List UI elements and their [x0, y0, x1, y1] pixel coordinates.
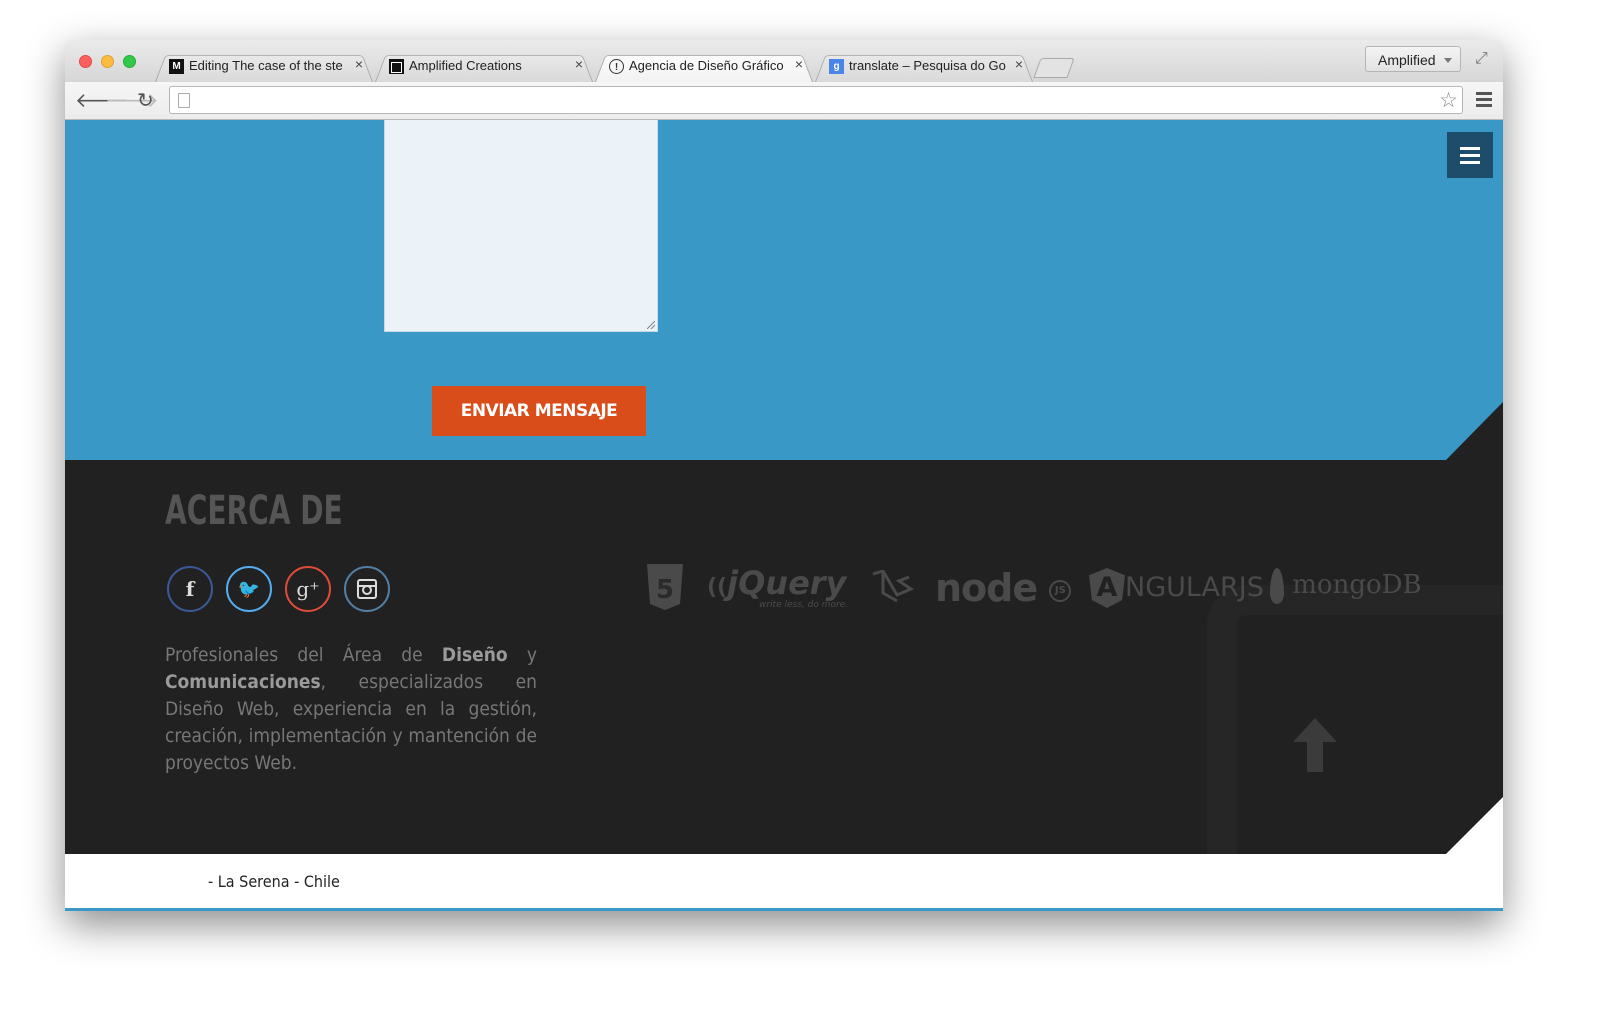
footer-location: - La Serena - Chile	[208, 872, 340, 891]
close-tab-icon[interactable]: ×	[795, 56, 803, 72]
about-title: ACERCA DE	[165, 488, 343, 534]
chat-bubble-icon: !	[609, 59, 624, 74]
section-corner-decoration	[1446, 797, 1503, 854]
profile-label: Amplified	[1378, 52, 1436, 68]
fullscreen-icon[interactable]: ⤢	[1475, 50, 1488, 68]
tab-strip: M Editing The case of the ste × Amplifie…	[65, 40, 1503, 82]
square-favicon-icon	[389, 59, 404, 74]
contact-section: ENVIAR MENSAJE	[65, 120, 1503, 460]
page-icon	[178, 93, 190, 108]
jquery-swirl-icon: ((	[707, 575, 728, 600]
tab-title: Agencia de Diseño Gráfico	[629, 58, 784, 73]
instagram-icon[interactable]	[344, 566, 390, 612]
new-tab-button[interactable]	[1033, 58, 1075, 78]
bookmark-star-icon[interactable]: ☆	[1439, 88, 1458, 113]
browser-window: M Editing The case of the ste × Amplifie…	[65, 40, 1503, 911]
section-corner-decoration	[1446, 402, 1503, 460]
chevron-down-icon	[1444, 58, 1452, 63]
send-message-button[interactable]: ENVIAR MENSAJE	[432, 386, 646, 436]
web-page: ENVIAR MENSAJE ACERCA DE f 🐦 g⁺ Profesio…	[65, 120, 1503, 911]
reload-icon[interactable]: ↻	[137, 88, 154, 113]
tab-title: Editing The case of the ste	[189, 58, 343, 73]
leaf-icon	[1270, 568, 1284, 604]
message-textarea[interactable]	[384, 120, 658, 332]
mongodb-logo: mongoDB	[1270, 568, 1422, 604]
tab-amplified-creations[interactable]: Amplified Creations ×	[375, 52, 593, 82]
facebook-icon[interactable]: f	[167, 566, 213, 612]
tab-title: Amplified Creations	[409, 58, 522, 73]
medium-icon: M	[169, 59, 184, 74]
about-section: ACERCA DE f 🐦 g⁺ Profesionales del Área …	[65, 460, 1503, 905]
close-tab-icon[interactable]: ×	[575, 56, 583, 72]
zoom-window-button[interactable]	[123, 55, 136, 68]
profile-button[interactable]: Amplified	[1365, 46, 1461, 72]
about-description: Profesionales del Área de Diseño y Comun…	[165, 644, 537, 774]
close-tab-icon[interactable]: ×	[1015, 56, 1023, 72]
browser-toolbar: 🡐 🡒 ↻ ☆	[65, 82, 1503, 120]
laravel-logo	[871, 569, 915, 609]
jquery-logo: ((jQuery write less, do more.	[707, 564, 849, 610]
tab-editing[interactable]: M Editing The case of the ste ×	[155, 52, 373, 82]
hamburger-menu-button[interactable]	[1447, 132, 1493, 178]
close-window-button[interactable]	[79, 55, 92, 68]
footer: - La Serena - Chile	[65, 854, 1503, 911]
browser-menu-icon[interactable]	[1476, 92, 1492, 110]
tab-translate[interactable]: g translate – Pesquisa do Go ×	[815, 52, 1033, 82]
address-bar[interactable]: ☆	[169, 86, 1463, 114]
svg-text:5: 5	[656, 575, 674, 605]
google-icon: g	[829, 59, 844, 74]
twitter-icon[interactable]: 🐦	[226, 566, 272, 612]
angularjs-logo: A NGULARJS	[1089, 568, 1264, 608]
google-plus-icon[interactable]: g⁺	[285, 566, 331, 612]
resize-grip-icon[interactable]	[647, 321, 655, 329]
close-tab-icon[interactable]: ×	[355, 56, 363, 72]
tab-agencia[interactable]: ! Agencia de Diseño Gráfico ×	[595, 52, 813, 82]
tab-title: translate – Pesquisa do Go	[849, 58, 1006, 73]
nodejs-logo: node JS	[935, 566, 1072, 610]
scroll-to-top-arrow-icon[interactable]	[1293, 718, 1337, 772]
html5-logo: 5	[645, 564, 685, 615]
minimize-window-button[interactable]	[101, 55, 114, 68]
